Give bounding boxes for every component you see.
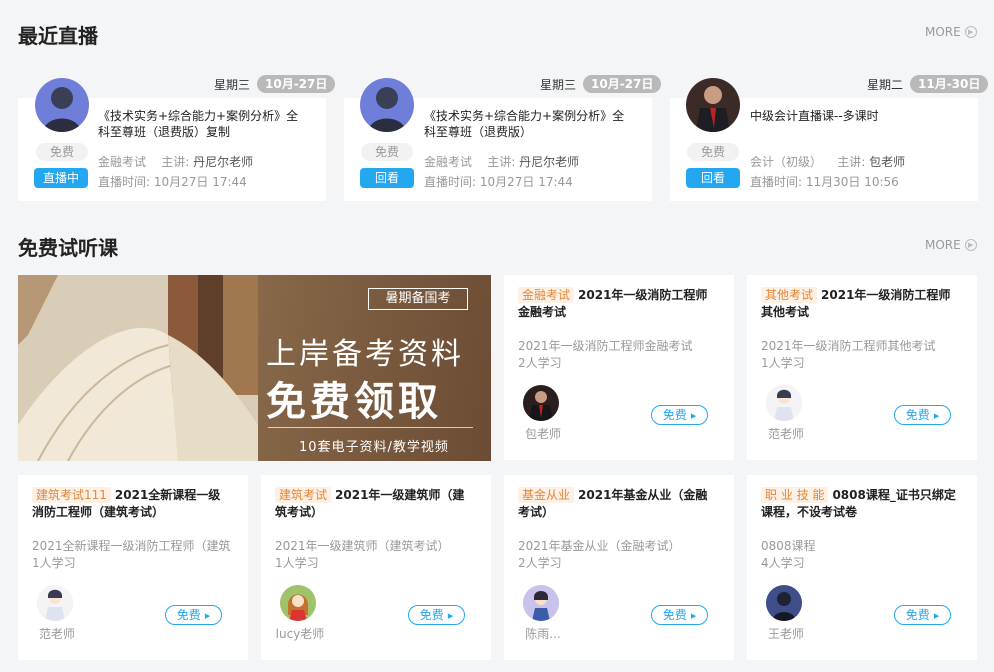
course-subtitle: 2021年一级消防工程师金融考试 bbox=[518, 339, 693, 353]
host-avatar bbox=[360, 78, 414, 132]
learner-count: 1人学习 bbox=[32, 556, 76, 570]
live-day: 星期三 bbox=[540, 78, 577, 92]
teacher-name: lucy老师 bbox=[275, 627, 325, 641]
host-avatar bbox=[686, 78, 740, 132]
play-arrow-icon: ▶ bbox=[204, 611, 211, 620]
course-tag: 职 业 技 能 bbox=[761, 487, 829, 503]
chevron-right-icon: ▶ bbox=[964, 239, 977, 251]
course-title[interactable]: 金融考试 2021年一级消防工程师金融考试 bbox=[518, 287, 718, 321]
course-title[interactable]: 职 业 技 能 0808课程_证书只绑定课程，不设考试卷 bbox=[761, 487, 961, 521]
teacher-avatar bbox=[523, 385, 559, 421]
course-title[interactable]: 建筑考试111 2021全新课程一级消防工程师（建筑考试） bbox=[32, 487, 232, 521]
book-illustration bbox=[18, 275, 258, 461]
course-card[interactable]: 金融考试 2021年一级消防工程师金融考试 2021年一级消防工程师金融考试 2人… bbox=[504, 275, 734, 460]
play-arrow-icon: ▶ bbox=[933, 611, 940, 620]
live-title[interactable]: 中级会计直播课--多课时 bbox=[750, 108, 960, 124]
chevron-right-icon: ▶ bbox=[964, 26, 977, 38]
teacher-avatar bbox=[523, 585, 559, 621]
banner-headline: 上岸备考资料 bbox=[266, 337, 464, 372]
live-section-title: 最近直播 bbox=[18, 24, 98, 48]
course-tag: 建筑考试 bbox=[275, 487, 332, 503]
replay-button[interactable]: 回看 bbox=[686, 168, 740, 188]
live-title[interactable]: 《技术实务+综合能力+案例分析》全科至尊班（退费版）复制 bbox=[98, 108, 308, 140]
course-title[interactable]: 建筑考试 2021年一级建筑师（建筑考试） bbox=[275, 487, 475, 521]
free-button[interactable]: 免费 ▶ bbox=[894, 605, 951, 625]
course-card[interactable]: 其他考试 2021年一级消防工程师其他考试 2021年一级消防工程师其他考试 1人… bbox=[747, 275, 977, 460]
course-card[interactable]: 基金从业 2021年基金从业（金融考试） 2021年基金从业（金融考试） 2人学习… bbox=[504, 475, 734, 660]
banner-badge: 暑期备国考 bbox=[368, 288, 468, 310]
replay-button[interactable]: 回看 bbox=[360, 168, 414, 188]
play-arrow-icon: ▶ bbox=[933, 411, 940, 420]
course-tag: 建筑考试111 bbox=[32, 487, 111, 503]
course-subtitle: 2021年基金从业（金融考试） bbox=[518, 539, 681, 553]
course-title[interactable]: 基金从业 2021年基金从业（金融考试） bbox=[518, 487, 718, 521]
live-now-button[interactable]: 直播中 bbox=[34, 168, 88, 188]
free-button[interactable]: 免费 ▶ bbox=[894, 405, 951, 425]
more-label: MORE bbox=[925, 25, 961, 39]
learner-count: 1人学习 bbox=[275, 556, 319, 570]
trial-section-title: 免费试听课 bbox=[18, 236, 118, 260]
live-category: 金融考试 主讲: 丹尼尔老师 bbox=[424, 155, 580, 169]
course-title[interactable]: 其他考试 2021年一级消防工程师其他考试 bbox=[761, 287, 961, 321]
teacher-avatar bbox=[280, 585, 316, 621]
banner-subheadline: 免费领取 bbox=[266, 378, 442, 425]
free-tag: 免费 bbox=[36, 143, 88, 161]
live-title[interactable]: 《技术实务+综合能力+案例分析》全科至尊班（退费版） bbox=[424, 108, 634, 140]
course-card[interactable]: 建筑考试111 2021全新课程一级消防工程师（建筑考试） 2021全新课程一级消… bbox=[18, 475, 248, 660]
free-button[interactable]: 免费 ▶ bbox=[408, 605, 465, 625]
course-card[interactable]: 建筑考试 2021年一级建筑师（建筑考试） 2021年一级建筑师（建筑考试） 1人… bbox=[261, 475, 491, 660]
free-tag: 免费 bbox=[687, 143, 739, 161]
live-time: 直播时间: 11月30日 10:56 bbox=[750, 175, 899, 189]
free-button[interactable]: 免费 ▶ bbox=[651, 405, 708, 425]
live-date-badge: 10月-27日 bbox=[257, 75, 336, 93]
play-arrow-icon: ▶ bbox=[690, 611, 697, 620]
more-label: MORE bbox=[925, 238, 961, 252]
play-arrow-icon: ▶ bbox=[447, 611, 454, 620]
live-date-badge: 11月-30日 bbox=[910, 75, 989, 93]
play-arrow-icon: ▶ bbox=[690, 411, 697, 420]
banner-caption: 10套电子资料/教学视频 bbox=[299, 440, 449, 455]
learner-count: 2人学习 bbox=[518, 556, 562, 570]
course-tag: 其他考试 bbox=[761, 287, 818, 303]
free-button[interactable]: 免费 ▶ bbox=[165, 605, 222, 625]
learner-count: 4人学习 bbox=[761, 556, 805, 570]
live-category: 会计（初级） 主讲: 包老师 bbox=[750, 155, 906, 169]
live-more-link[interactable]: MORE ▶ bbox=[925, 25, 977, 39]
course-subtitle: 2021年一级建筑师（建筑考试） bbox=[275, 539, 450, 553]
free-button[interactable]: 免费 ▶ bbox=[651, 605, 708, 625]
teacher-name: 范老师 bbox=[767, 427, 804, 441]
teacher-avatar bbox=[37, 585, 73, 621]
promo-banner[interactable]: 暑期备国考 上岸备考资料 免费领取 10套电子资料/教学视频 bbox=[18, 275, 491, 461]
teacher-name: 包老师 bbox=[524, 427, 561, 441]
course-card[interactable]: 职 业 技 能 0808课程_证书只绑定课程，不设考试卷 0808课程 4人学习 … bbox=[747, 475, 977, 660]
teacher-name: 王老师 bbox=[767, 627, 804, 641]
learner-count: 1人学习 bbox=[761, 356, 805, 370]
banner-divider bbox=[268, 427, 473, 428]
live-time: 直播时间: 10月27日 17:44 bbox=[98, 175, 247, 189]
live-category: 金融考试 主讲: 丹尼尔老师 bbox=[98, 155, 254, 169]
teacher-name: 范老师 bbox=[38, 627, 75, 641]
teacher-avatar bbox=[766, 585, 802, 621]
host-avatar bbox=[35, 78, 89, 132]
course-tag: 金融考试 bbox=[518, 287, 575, 303]
live-date-badge: 10月-27日 bbox=[583, 75, 662, 93]
live-time: 直播时间: 10月27日 17:44 bbox=[424, 175, 573, 189]
course-subtitle: 2021全新课程一级消防工程师（建筑 bbox=[32, 539, 231, 553]
free-tag: 免费 bbox=[361, 143, 413, 161]
learner-count: 2人学习 bbox=[518, 356, 562, 370]
course-tag: 基金从业 bbox=[518, 487, 575, 503]
live-day: 星期三 bbox=[214, 78, 251, 92]
live-day: 星期二 bbox=[867, 78, 904, 92]
course-subtitle: 2021年一级消防工程师其他考试 bbox=[761, 339, 936, 353]
trial-more-link[interactable]: MORE ▶ bbox=[925, 238, 977, 252]
teacher-avatar bbox=[766, 385, 802, 421]
course-subtitle: 0808课程 bbox=[761, 539, 816, 553]
teacher-name: 陈雨... bbox=[525, 627, 561, 641]
